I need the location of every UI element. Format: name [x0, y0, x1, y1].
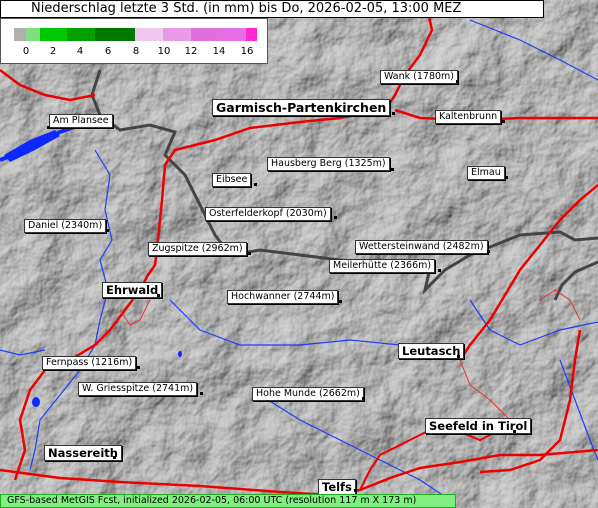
place-marker — [200, 392, 203, 395]
legend-swatch-10-12 — [163, 28, 191, 41]
place-label-hausberg: Hausberg Berg (1325m) — [267, 157, 390, 171]
legend-tick: 4 — [76, 46, 84, 57]
place-label-wank: Wank (1780m) — [380, 70, 458, 84]
place-marker — [248, 252, 251, 255]
legend-swatch-0-2 — [26, 28, 40, 41]
place-label-hohe-munde: Hohe Munde (2662m) — [252, 387, 364, 401]
place-marker — [334, 216, 337, 219]
legend-swatch-14-16 — [219, 28, 246, 41]
place-label-eibsee: Eibsee — [212, 173, 252, 187]
place-marker — [502, 120, 505, 123]
legend-tick: 2 — [49, 46, 57, 57]
place-label-ehrwald: Ehrwald — [102, 282, 163, 298]
place-label-telfs: Telfs — [318, 479, 356, 495]
place-marker — [513, 430, 516, 433]
legend-swatch-gray — [14, 28, 26, 41]
place-label-griesspitze: W. Griesspitze (2741m) — [78, 382, 198, 396]
precipitation-legend: 0 2 4 6 8 10 12 14 16 — [0, 18, 268, 64]
place-label-zugspitze: Zugspitze (2962m) — [148, 242, 247, 256]
place-marker — [339, 300, 342, 303]
place-label-leutasch: Leutasch — [398, 343, 465, 359]
place-marker — [391, 168, 394, 171]
legend-swatch-4-6 — [67, 28, 95, 41]
place-marker — [438, 269, 441, 272]
place-label-daniel: Daniel (2340m) — [24, 219, 107, 233]
place-label-osterfelderkopf: Osterfelderkopf (2030m) — [205, 207, 331, 221]
legend-swatch-12-14 — [191, 28, 219, 41]
place-marker — [457, 355, 460, 358]
place-marker — [505, 176, 508, 179]
place-marker — [487, 250, 490, 253]
place-marker — [113, 456, 116, 459]
place-marker — [456, 80, 459, 83]
place-marker — [354, 489, 357, 492]
place-label-kaltenbrunn: Kaltenbrunn — [435, 110, 502, 124]
place-label-nassereith: Nassereith — [44, 445, 122, 461]
legend-tick: 8 — [132, 46, 140, 57]
place-label-meilerhuette: Meilerhütte (2366m) — [329, 259, 436, 273]
map-title: Niederschlag letzte 3 Std. (in mm) bis D… — [0, 0, 544, 18]
legend-swatch-8-10 — [135, 28, 163, 41]
place-marker — [157, 294, 160, 297]
lake — [178, 351, 182, 357]
legend-swatch-16plus — [246, 28, 257, 41]
place-marker — [137, 366, 140, 369]
model-info-footer: GFS-based MetGIS Fcst, initialized 2026-… — [0, 494, 456, 508]
place-label-hochwanner: Hochwanner (2744m) — [227, 290, 339, 304]
lake — [32, 397, 40, 407]
legend-tick: 14 — [212, 46, 226, 57]
legend-tick: 10 — [157, 46, 171, 57]
place-marker — [362, 397, 365, 400]
place-marker — [47, 126, 50, 129]
legend-tick: 0 — [22, 46, 30, 57]
place-marker — [106, 229, 109, 232]
place-marker — [392, 112, 395, 115]
legend-swatch-2-4 — [40, 28, 67, 41]
legend-tick: 12 — [184, 46, 198, 57]
legend-swatch-6-8 — [95, 28, 135, 41]
place-marker — [254, 183, 257, 186]
place-label-fernpass: Fernpass (1216m) — [42, 356, 137, 370]
place-label-elmau: Elmau — [467, 166, 505, 180]
place-label-wettersteinwand: Wettersteinwand (2482m) — [355, 240, 488, 254]
legend-tick: 6 — [104, 46, 112, 57]
place-label-plansee: Am Plansee — [49, 114, 113, 128]
place-label-garmisch: Garmisch-Partenkirchen — [212, 99, 391, 116]
legend-tick: 16 — [240, 46, 254, 57]
